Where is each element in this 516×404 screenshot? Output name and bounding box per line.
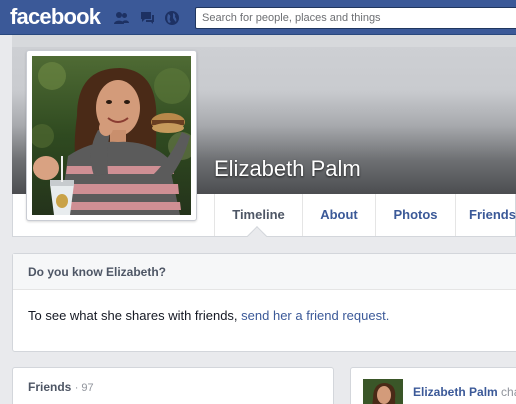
top-bar: facebook xyxy=(0,0,516,35)
activity-name-link[interactable]: Elizabeth Palm xyxy=(413,385,498,399)
tab-about[interactable]: About xyxy=(302,194,375,236)
profile-photo-image xyxy=(32,56,191,215)
cover-band xyxy=(12,35,516,47)
friend-request-card: Do you know Elizabeth? To see what she s… xyxy=(12,253,516,352)
profile-picture[interactable] xyxy=(26,50,197,221)
activity-avatar[interactable] xyxy=(363,379,403,404)
friend-requests-icon[interactable] xyxy=(113,10,129,26)
activity-story: Elizabeth Palm cha xyxy=(350,367,516,404)
friend-request-card-body: To see what she shares with friends, sen… xyxy=(13,290,516,323)
friends-card: Friends · 97 xyxy=(12,367,334,404)
messages-icon[interactable] xyxy=(139,10,155,26)
notifications-globe-icon[interactable] xyxy=(164,10,180,26)
friend-request-text: To see what she shares with friends, xyxy=(28,308,242,323)
profile-name[interactable]: Elizabeth Palm xyxy=(214,156,361,182)
friends-count: · 97 xyxy=(74,382,94,394)
friends-title-label[interactable]: Friends xyxy=(28,380,71,394)
activity-verb: cha xyxy=(501,385,516,399)
tab-friends[interactable]: Friends xyxy=(455,194,516,236)
search-box xyxy=(195,7,516,29)
search-input[interactable] xyxy=(196,8,516,28)
send-friend-request-link[interactable]: send her a friend request. xyxy=(241,308,389,323)
friend-request-card-title: Do you know Elizabeth? xyxy=(13,254,516,290)
facebook-logo[interactable]: facebook xyxy=(10,4,101,30)
tab-photos[interactable]: Photos xyxy=(375,194,455,236)
activity-text: Elizabeth Palm cha xyxy=(413,385,516,399)
friends-card-title[interactable]: Friends · 97 xyxy=(28,380,94,394)
